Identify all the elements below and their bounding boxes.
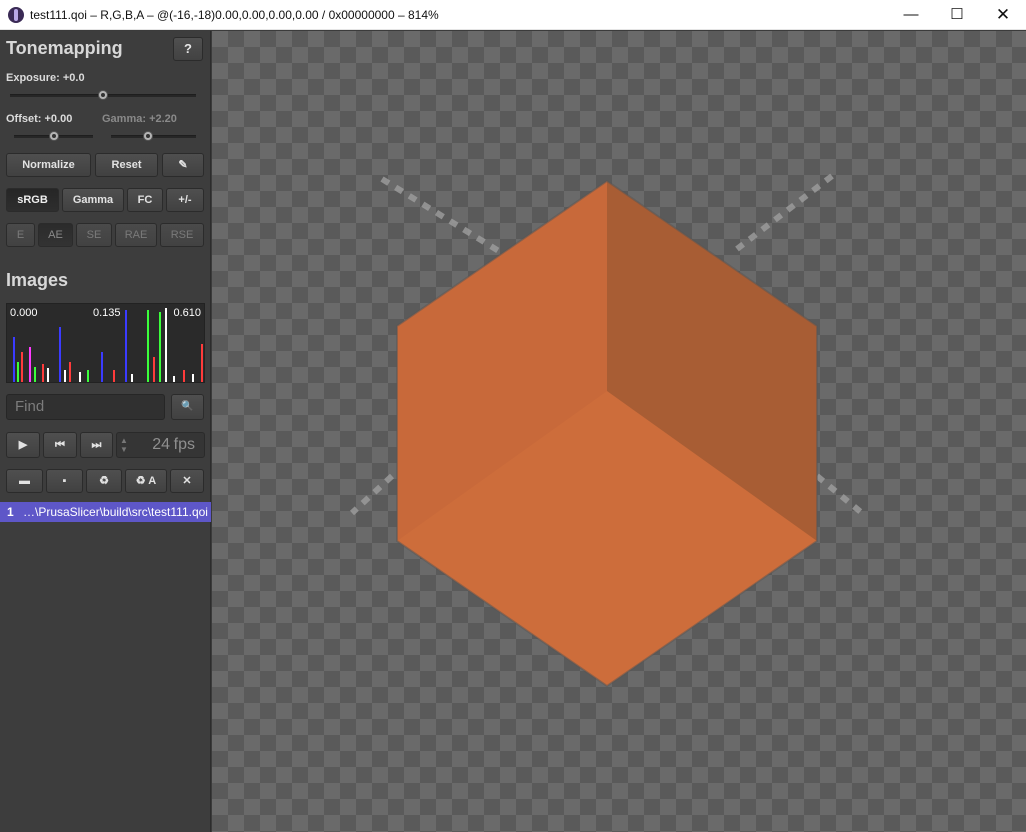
close-window-button[interactable]: ✕ xyxy=(980,0,1026,30)
histogram: 0.000 0.135 0.610 xyxy=(6,303,205,383)
metric-rse-button[interactable]: RSE xyxy=(160,223,204,247)
help-button[interactable]: ? xyxy=(173,37,203,61)
open-image-button[interactable]: ▬ xyxy=(6,469,43,493)
images-heading: Images xyxy=(6,270,69,290)
mode-gamma-button[interactable]: Gamma xyxy=(62,188,124,212)
histogram-bar xyxy=(153,357,155,382)
histogram-bar xyxy=(173,376,175,382)
gamma-slider[interactable] xyxy=(111,131,196,141)
minimize-button[interactable]: — xyxy=(888,0,934,30)
window-title: test111.qoi – R,G,B,A – @(-16,-18)0.00,0… xyxy=(30,8,439,22)
maximize-button[interactable]: ☐ xyxy=(934,0,980,30)
histogram-bar xyxy=(29,347,31,382)
histogram-bar xyxy=(125,310,127,382)
metric-ae-button[interactable]: AE xyxy=(38,223,73,247)
app-logo-icon xyxy=(8,7,24,23)
tonemapping-heading: Tonemapping xyxy=(6,38,123,58)
search-button[interactable]: 🔍 xyxy=(171,394,204,420)
window-titlebar: test111.qoi – R,G,B,A – @(-16,-18)0.00,0… xyxy=(0,0,1026,30)
gamma-slider-handle[interactable] xyxy=(143,131,154,141)
histogram-bar xyxy=(101,352,103,382)
image-canvas[interactable] xyxy=(212,31,1026,832)
histogram-bar xyxy=(147,310,149,382)
fps-stepper-arrows-icon[interactable]: ▲ ▼ xyxy=(120,436,128,454)
fps-unit: fps xyxy=(173,436,195,453)
previous-frame-button[interactable]: ⏮ xyxy=(43,432,77,458)
exposure-slider-handle[interactable] xyxy=(98,90,108,100)
reset-button[interactable]: Reset xyxy=(95,153,158,177)
gamma-label: Gamma: +2.20 xyxy=(102,113,177,125)
histogram-bar xyxy=(21,352,23,382)
metric-se-button[interactable]: SE xyxy=(76,223,112,247)
offset-slider-handle[interactable] xyxy=(48,131,59,141)
histogram-bar xyxy=(79,372,81,382)
histogram-bar xyxy=(201,344,203,382)
histogram-max-label: 0.610 xyxy=(173,307,201,319)
histogram-bar xyxy=(13,337,15,382)
reload-icon: ♻ xyxy=(99,475,109,487)
play-button[interactable]: ▶ xyxy=(6,432,40,458)
histogram-bar xyxy=(131,374,133,382)
histogram-bar xyxy=(69,362,71,382)
image-path: …\PrusaSlicer\build\src\test111.qoi xyxy=(23,505,208,519)
histogram-bar xyxy=(47,368,49,382)
metric-e-button[interactable]: E xyxy=(6,223,35,247)
folder-icon: ▬ xyxy=(19,475,30,487)
normalize-button[interactable]: Normalize xyxy=(6,153,91,177)
histogram-bar xyxy=(192,374,194,382)
histogram-bar xyxy=(159,312,161,382)
histogram-bar xyxy=(42,364,44,382)
save-image-button[interactable]: ▪ xyxy=(46,469,83,493)
mode-plus-minus-button[interactable]: +/- xyxy=(166,188,204,212)
histogram-bar xyxy=(165,308,167,382)
fps-stepper[interactable]: ▲ ▼ 24 fps xyxy=(116,432,205,458)
histogram-bar xyxy=(87,370,89,382)
histogram-mid-label: 0.135 xyxy=(93,307,121,319)
sidebar: Tonemapping ? Exposure: +0.0 Offset: +0.… xyxy=(0,31,211,832)
close-icon: ✕ xyxy=(182,475,192,487)
image-index: 1 xyxy=(7,505,14,519)
find-input[interactable]: Find xyxy=(6,394,165,420)
histogram-min-label: 0.000 xyxy=(10,307,38,319)
mode-fc-button[interactable]: FC xyxy=(127,188,163,212)
histogram-bar xyxy=(59,327,61,382)
exposure-slider[interactable] xyxy=(10,90,196,100)
histogram-bar xyxy=(17,362,19,382)
reload-all-button[interactable]: ♻ A xyxy=(125,469,167,493)
offset-label: Offset: +0.00 xyxy=(6,113,73,125)
image-list-item[interactable]: 1 …\PrusaSlicer\build\src\test111.qoi xyxy=(0,502,211,522)
mode-srgb-button[interactable]: sRGB xyxy=(6,188,59,212)
floppy-disk-icon: ▪ xyxy=(62,475,67,487)
exposure-label: Exposure: +0.0 xyxy=(6,72,85,84)
offset-slider[interactable] xyxy=(14,131,93,141)
close-image-button[interactable]: ✕ xyxy=(170,469,204,493)
curve-edit-button[interactable]: ✎ xyxy=(162,153,204,177)
histogram-bar xyxy=(183,370,185,382)
metric-rae-button[interactable]: RAE xyxy=(115,223,157,247)
reload-image-button[interactable]: ♻ xyxy=(86,469,122,493)
image-view xyxy=(349,173,864,688)
histogram-bar xyxy=(113,370,115,382)
histogram-bar xyxy=(34,367,36,382)
histogram-bar xyxy=(64,370,66,382)
fps-value: 24 xyxy=(152,436,170,453)
next-frame-button[interactable]: ⏭ xyxy=(80,432,113,458)
